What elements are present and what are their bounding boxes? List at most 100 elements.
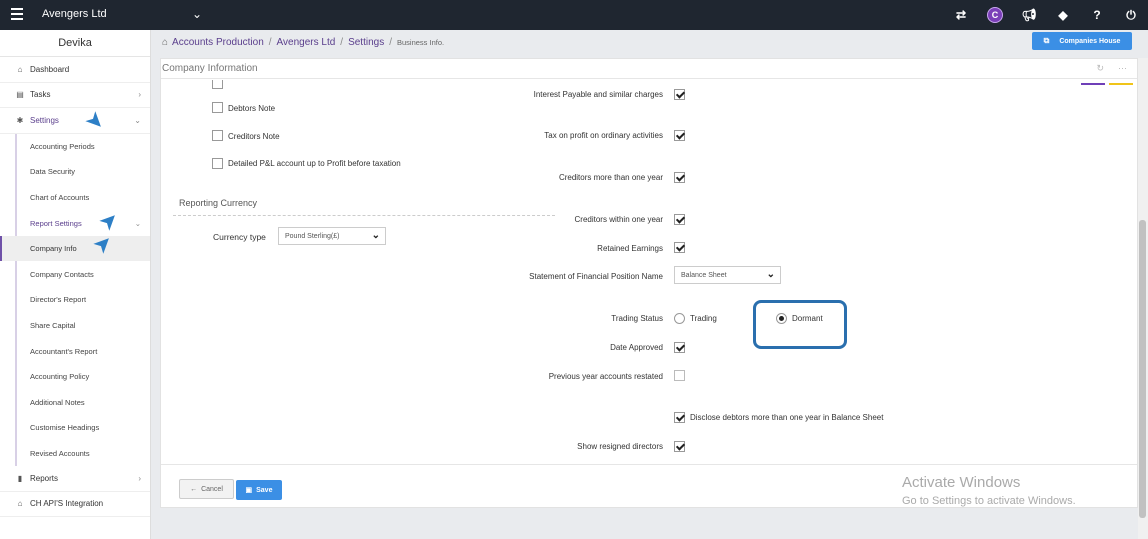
- home-icon[interactable]: ⌂: [162, 37, 168, 48]
- sidebar-subitem-company-contacts[interactable]: Company Contacts: [15, 261, 150, 288]
- show-resigned-directors-label: Show resigned directors: [577, 442, 663, 451]
- currency-type-value: Pound Sterling(£): [285, 232, 340, 240]
- trading-radio[interactable]: [674, 313, 685, 324]
- sidebar-subitem-customise-headings[interactable]: Customise Headings: [15, 415, 150, 441]
- debtors-note-label: Debtors Note: [228, 104, 276, 113]
- show-resigned-directors-checkbox[interactable]: [674, 441, 685, 452]
- creditors-note-label: Creditors Note: [228, 132, 280, 141]
- sidebar-item-label: Tasks: [30, 90, 51, 100]
- companies-house-label: Companies House: [1059, 37, 1121, 45]
- breadcrumb-link-accounts-production[interactable]: Accounts Production: [172, 37, 264, 48]
- sidebar-subitem-label: Report Settings: [30, 218, 82, 228]
- sidebar: Devika ⌂ Dashboard ▤ Tasks › ✱ Settings …: [0, 30, 151, 539]
- top-icons: ⇄ C 📢︎ ◆ ? ⏻: [944, 0, 1148, 30]
- breadcrumb-separator: /: [268, 36, 272, 48]
- more-options-icon[interactable]: ⋯: [1118, 63, 1127, 74]
- hamburger-menu-icon[interactable]: [11, 8, 23, 20]
- sidebar-subitem-directors-report[interactable]: Director's Report: [15, 287, 150, 313]
- form-area: Debtors Note Creditors Note Detailed P&L…: [161, 80, 1127, 464]
- debtors-note-checkbox[interactable]: [212, 102, 223, 113]
- date-approved-label: Date Approved: [610, 343, 663, 352]
- help-icon[interactable]: ?: [1080, 0, 1114, 30]
- chevron-down-icon: ⌄: [371, 230, 380, 241]
- panel-header: Company Information ↻ ⋯: [161, 59, 1137, 79]
- interest-payable-checkbox[interactable]: [674, 89, 685, 100]
- chevron-right-icon: ›: [138, 473, 141, 483]
- save-button[interactable]: ▣ Save: [236, 480, 282, 500]
- sidebar-subitem-accounting-periods[interactable]: Accounting Periods: [15, 133, 150, 160]
- file-icon: ▮: [17, 473, 23, 483]
- trading-status-label: Trading Status: [611, 314, 663, 323]
- companies-house-button[interactable]: ⧉ Companies House: [1032, 32, 1132, 50]
- detailed-pl-label: Detailed P&L account up to Profit before…: [228, 159, 401, 168]
- scrollbar-thumb[interactable]: [1139, 220, 1146, 518]
- panel-title: Company Information: [162, 63, 258, 74]
- sidebar-item-settings[interactable]: ✱ Settings ⌄: [0, 108, 150, 134]
- chevron-down-icon: ⌄: [766, 269, 775, 280]
- organization-name: Avengers Ltd: [42, 8, 107, 20]
- sidebar-subitem-company-info[interactable]: Company Info: [0, 235, 150, 262]
- sidebar-subitem-share-capital[interactable]: Share Capital: [15, 312, 150, 339]
- retained-earnings-label: Retained Earnings: [597, 244, 663, 253]
- c-app-icon[interactable]: C: [978, 0, 1012, 30]
- power-icon[interactable]: ⏻: [1114, 0, 1148, 30]
- retained-earnings-checkbox[interactable]: [674, 242, 685, 253]
- sofp-name-label: Statement of Financial Position Name: [529, 272, 663, 281]
- sidebar-subitem-accountants-report[interactable]: Accountant's Report: [15, 338, 150, 364]
- panel-tools: ↻ ⋯: [1096, 63, 1127, 74]
- sidebar-item-label: Reports: [30, 473, 59, 483]
- refresh-icon[interactable]: ↻: [1096, 63, 1104, 74]
- sidebar-subitem-revised-accounts[interactable]: Revised Accounts: [15, 440, 150, 467]
- date-approved-checkbox[interactable]: [674, 342, 685, 353]
- tax-on-profit-checkbox[interactable]: [674, 130, 685, 141]
- breadcrumb-link-settings[interactable]: Settings: [348, 37, 384, 48]
- floppy-disk-icon: ▣: [245, 487, 253, 494]
- sidebar-subitem-chart-of-accounts[interactable]: Chart of Accounts: [15, 184, 150, 211]
- gear-icon: ✱: [16, 115, 24, 125]
- sidebar-item-ch-api-integration[interactable]: ⌂ CH API'S Integration: [0, 492, 150, 518]
- user-name: Devika: [0, 30, 150, 57]
- sidebar-subitem-data-security[interactable]: Data Security: [15, 159, 150, 185]
- previous-year-restated-checkbox[interactable]: [674, 370, 685, 381]
- company-information-panel: Company Information ↻ ⋯ Debtors Note Cre…: [160, 58, 1138, 508]
- disclose-debtors-checkbox[interactable]: [674, 412, 685, 423]
- tax-on-profit-label: Tax on profit on ordinary activities: [544, 131, 663, 140]
- sidebar-item-tasks[interactable]: ▤ Tasks ›: [0, 83, 150, 108]
- activate-windows-subtext: Go to Settings to activate Windows.: [902, 495, 1076, 507]
- top-bar: Avengers Ltd ⌄ ⇄ C 📢︎ ◆ ? ⏻: [0, 0, 1148, 30]
- chevron-right-icon: ›: [138, 90, 141, 100]
- arrow-left-icon: ←: [190, 485, 198, 493]
- sidebar-subitem-accounting-policy[interactable]: Accounting Policy: [15, 363, 150, 390]
- creditors-note-checkbox[interactable]: [212, 130, 223, 141]
- detailed-pl-checkbox[interactable]: [212, 158, 223, 169]
- trading-option-label: Trading: [690, 314, 717, 323]
- creditors-within-one-year-checkbox[interactable]: [674, 214, 685, 225]
- chevron-down-icon[interactable]: ⌄: [192, 7, 202, 21]
- sidebar-item-label: CH API'S Integration: [30, 499, 104, 509]
- footer-divider: [161, 464, 1137, 465]
- breadcrumb: ⌂ Accounts Production / Avengers Ltd / S…: [162, 35, 444, 49]
- breadcrumb-link-organization[interactable]: Avengers Ltd: [277, 37, 336, 48]
- sidebar-item-label: Settings: [30, 115, 59, 125]
- creditors-within-one-year-label: Creditors within one year: [574, 215, 663, 224]
- c-app-badge: C: [987, 7, 1003, 23]
- sidebar-item-reports[interactable]: ▮ Reports ›: [0, 466, 150, 492]
- breadcrumb-separator: /: [389, 36, 392, 48]
- page-scrollbar[interactable]: [1138, 58, 1148, 539]
- sidebar-item-dashboard[interactable]: ⌂ Dashboard: [0, 57, 150, 83]
- sidebar-item-label: Dashboard: [30, 64, 70, 74]
- breadcrumb-separator: /: [340, 36, 344, 48]
- sidebar-subitem-additional-notes[interactable]: Additional Notes: [15, 389, 150, 416]
- sofp-name-select[interactable]: Balance Sheet ⌄: [674, 266, 781, 284]
- sidebar-subitem-report-settings[interactable]: Report Settings ⌄: [15, 210, 150, 236]
- tag-icon[interactable]: ◆: [1046, 0, 1080, 30]
- megaphone-icon[interactable]: 📢︎: [1012, 0, 1046, 30]
- swap-icon[interactable]: ⇄: [944, 0, 978, 30]
- hidden-note-checkbox[interactable]: [212, 80, 223, 89]
- cancel-button[interactable]: ← Cancel: [179, 479, 234, 499]
- sofp-name-value: Balance Sheet: [681, 271, 727, 279]
- reporting-currency-title: Reporting Currency: [179, 198, 258, 208]
- creditors-more-than-one-year-checkbox[interactable]: [674, 172, 685, 183]
- currency-type-select[interactable]: Pound Sterling(£) ⌄: [278, 227, 386, 245]
- chevron-down-icon: ⌄: [134, 115, 141, 125]
